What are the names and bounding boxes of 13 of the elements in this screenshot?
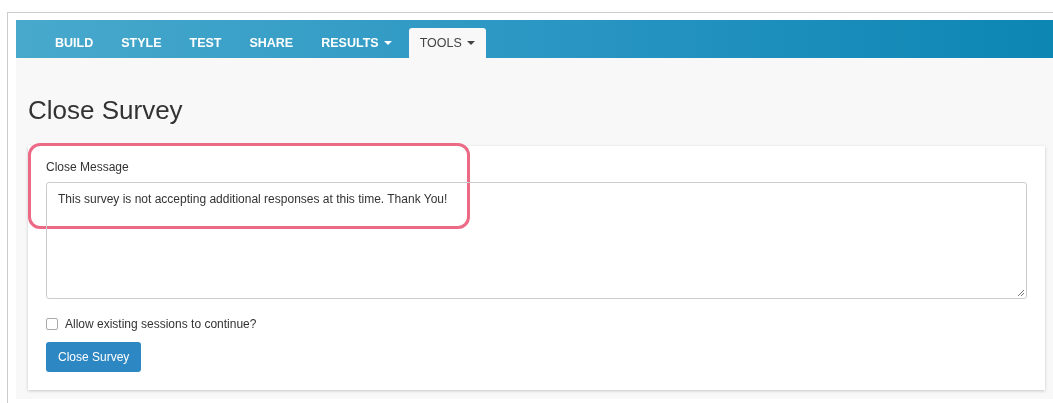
- nav-tab[interactable]: TOOLS: [408, 28, 486, 58]
- close-survey-button[interactable]: Close Survey: [46, 342, 142, 372]
- checkbox-label[interactable]: Allow existing sessions to continue?: [65, 317, 257, 331]
- page-title: Close Survey: [28, 95, 184, 126]
- field-label: Close Message: [46, 160, 130, 174]
- message-field[interactable]: This survey is not accepting additional responses at this time. Thank You!: [46, 182, 1027, 299]
- resize-grip-icon[interactable]: [1017, 289, 1024, 296]
- nav-tab[interactable]: SHARE: [238, 28, 305, 58]
- nav-tab[interactable]: RESULTS: [310, 28, 403, 58]
- checkbox[interactable]: [46, 318, 58, 330]
- nav-tab[interactable]: STYLE: [110, 28, 173, 58]
- nav-tab[interactable]: TEST: [178, 28, 233, 58]
- nav-tab[interactable]: BUILD: [44, 28, 105, 58]
